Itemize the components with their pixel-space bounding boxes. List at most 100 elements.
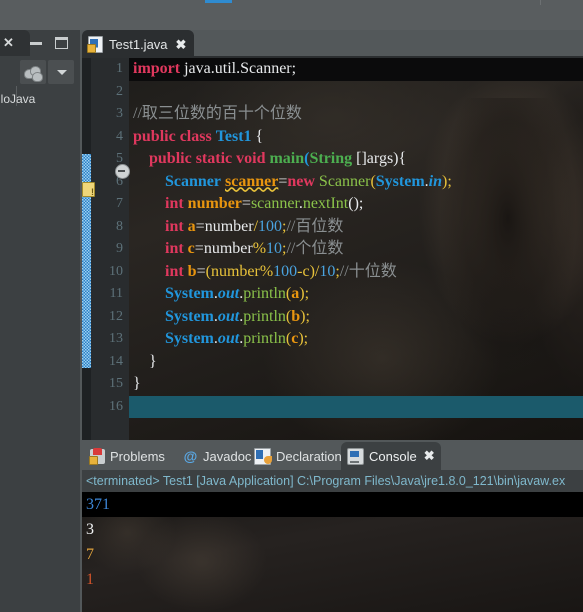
horizontal-sash[interactable] xyxy=(82,440,583,442)
token-static: static xyxy=(195,150,233,167)
editor-gutter[interactable]: 1 2 3 4 5 6 7 8 9 10 11 12 13 14 15 16 xyxy=(82,58,130,442)
code-line-1[interactable]: import java.util.Scanner; xyxy=(129,58,583,81)
console-output-lines: 371 3 7 1 xyxy=(82,492,583,592)
tree-item-hellojava[interactable]: lloJava xyxy=(0,92,82,106)
token-comment: //取三位数的百十个位数 xyxy=(133,105,302,122)
tab-declaration[interactable]: Declaration xyxy=(248,442,348,470)
code-line-2[interactable] xyxy=(129,81,583,104)
token-minus-c: -c)/ xyxy=(297,262,320,280)
tab-label: Problems xyxy=(110,448,165,464)
code-fold-collapse-icon[interactable] xyxy=(115,164,130,179)
console-line-output: 1 xyxy=(82,567,583,592)
code-line-11[interactable]: System.out.println(a); xyxy=(129,283,583,306)
java-file-icon xyxy=(87,35,103,53)
token-num-10: 10 xyxy=(319,262,336,280)
console-output-area[interactable]: 371 3 7 1 xyxy=(82,492,583,612)
tab-label: Console xyxy=(369,448,417,464)
minimize-icon[interactable] xyxy=(30,42,42,45)
token-var-a: a xyxy=(187,217,196,235)
token-void: void xyxy=(236,150,266,167)
collapse-all-button[interactable] xyxy=(20,60,46,84)
close-icon[interactable]: ✕ xyxy=(3,36,17,50)
console-line-input: 371 xyxy=(82,492,583,517)
token-equals: = xyxy=(241,195,251,212)
token-ref-number: number xyxy=(203,240,253,257)
token-method-println: println xyxy=(243,307,286,325)
close-icon[interactable]: ✖ xyxy=(176,38,187,51)
token-type-system: System xyxy=(165,285,214,302)
line-number: 10 xyxy=(109,263,123,279)
console-output-value: 7 xyxy=(86,546,94,563)
token-class-name: Test1 xyxy=(215,127,252,145)
token-num-10: 10 xyxy=(266,240,283,257)
code-line-5[interactable]: public static void main(String []args){ xyxy=(129,148,583,171)
token-paren-semi: ); xyxy=(298,330,309,347)
token-equals: = xyxy=(195,217,205,235)
code-line-14[interactable]: } xyxy=(129,351,583,374)
token-num-100: 100 xyxy=(273,262,298,280)
chevron-down-icon xyxy=(57,70,67,75)
console-line-output: 7 xyxy=(82,542,583,567)
token-type-string: String xyxy=(309,150,353,167)
token-method-main: main xyxy=(269,150,305,167)
token-public: public xyxy=(149,150,192,167)
warning-icon[interactable] xyxy=(82,182,95,197)
token-args: []args){ xyxy=(352,150,407,167)
editor-tab-test1-java[interactable]: Test1.java ✖ xyxy=(82,30,195,58)
editor-tab-bar: Test1.java ✖ xyxy=(82,30,583,58)
token-method-println: println xyxy=(243,285,286,302)
code-line-16-current[interactable] xyxy=(129,395,583,418)
token-method-nextint: nextInt xyxy=(302,195,349,212)
token-parens-semi: (); xyxy=(348,195,364,212)
tab-console[interactable]: Console ✖ xyxy=(341,442,441,470)
code-line-6[interactable]: Scanner scanner=new Scanner(System.in); xyxy=(129,171,583,194)
token-type-scanner: Scanner xyxy=(165,172,221,190)
editor-tab-bar-filler xyxy=(192,30,583,58)
problems-icon xyxy=(89,447,105,465)
token-brace-open: { xyxy=(255,127,264,145)
tab-label: Declaration xyxy=(276,448,342,464)
close-icon[interactable]: ✖ xyxy=(424,448,435,464)
token-brace-close: } xyxy=(133,375,141,392)
eclipse-ide-window: ✕ lloJava Test1.java ✖ ! 1 2 3 4 5 6 7 8… xyxy=(0,0,583,612)
line-number: 11 xyxy=(109,286,123,301)
console-line-output: 3 xyxy=(82,517,583,542)
token-equals: = xyxy=(196,262,206,280)
token-ref-scanner: scanner xyxy=(250,195,299,212)
code-editor-area[interactable]: 1 2 3 4 5 6 7 8 9 10 11 12 13 14 15 16 xyxy=(82,58,583,442)
view-menu-button[interactable] xyxy=(48,60,74,84)
token-paren-semi: ); xyxy=(300,307,310,325)
package-explorer-tab[interactable]: ✕ xyxy=(0,30,30,56)
token-equals: = xyxy=(278,172,288,190)
code-line-9[interactable]: int c=number%10;//个位数 xyxy=(129,238,583,261)
code-line-12[interactable]: System.out.println(b); xyxy=(129,306,583,329)
token-int: int xyxy=(165,262,184,280)
vertical-sash[interactable] xyxy=(80,30,82,612)
token-var-scanner[interactable]: scanner xyxy=(225,173,278,190)
console-output-value: 1 xyxy=(86,571,94,588)
source-code-text[interactable]: import java.util.Scanner; //取三位数的百十个位数 p… xyxy=(129,58,583,442)
token-method-println: println xyxy=(243,330,286,347)
console-view-panel: Problems @ Javadoc Declaration Console ✖… xyxy=(82,442,583,612)
package-explorer-toolbar xyxy=(0,56,82,106)
code-line-15[interactable]: } xyxy=(129,373,583,396)
token-paren-semi: ); xyxy=(299,285,310,302)
token-field-in: in xyxy=(428,172,443,190)
code-line-3[interactable]: //取三位数的百十个位数 xyxy=(129,103,583,126)
code-line-10[interactable]: int b=(number%100-c)/10;//十位数 xyxy=(129,261,583,284)
token-int: int xyxy=(165,217,184,235)
line-number: 9 xyxy=(116,241,123,256)
javadoc-icon: @ xyxy=(183,447,198,464)
code-editor-window: Test1.java ✖ 1 2 3 4 5 6 7 xyxy=(82,30,583,442)
tab-problems[interactable]: Problems xyxy=(84,442,171,470)
link-with-editor-button[interactable] xyxy=(0,60,14,84)
console-status-line: <terminated> Test1 [Java Application] C:… xyxy=(82,470,583,492)
code-line-8[interactable]: int a=number/100;//百位数 xyxy=(129,216,583,239)
top-toolbar-strip xyxy=(0,0,583,30)
code-line-7[interactable]: int number=scanner.nextInt(); xyxy=(129,193,583,216)
tab-javadoc[interactable]: @ Javadoc xyxy=(177,442,257,470)
maximize-icon[interactable] xyxy=(55,37,68,49)
token-paren-number: (number xyxy=(205,262,260,280)
code-line-13[interactable]: System.out.println(c); xyxy=(129,328,583,351)
code-line-4[interactable]: public class Test1 { xyxy=(129,126,583,149)
